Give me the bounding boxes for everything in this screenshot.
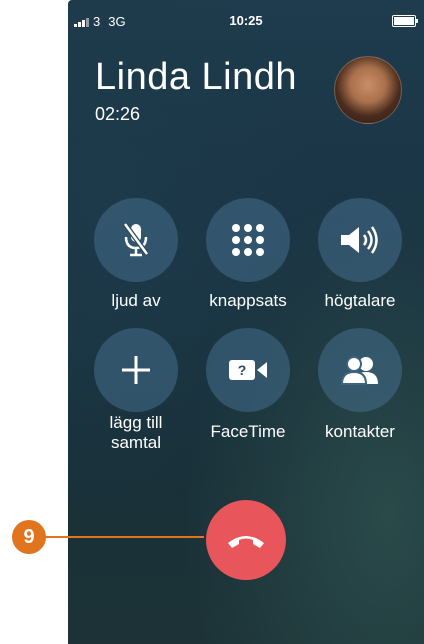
add-call-label-line1: lägg till (109, 413, 163, 432)
mic-off-icon (122, 222, 150, 257)
mute-label: ljud av (111, 291, 161, 310)
add-call-label-line2: samtal (110, 433, 162, 452)
status-bar: 3 3G 10:25 (68, 0, 424, 40)
facetime-icon: ? (229, 360, 267, 380)
end-call-button[interactable] (206, 500, 286, 580)
svg-text:?: ? (238, 362, 247, 378)
status-time: 10:25 (229, 13, 263, 28)
add-call-button[interactable] (94, 328, 178, 412)
callout-badge: 9 (12, 520, 46, 554)
contacts-button[interactable] (318, 328, 402, 412)
plus-icon (122, 356, 150, 384)
contacts-label: kontakter (325, 422, 395, 441)
facetime-label: FaceTime (210, 422, 286, 441)
contacts-icon (340, 356, 378, 385)
keypad-icon (232, 224, 264, 256)
caller-name: Linda Lindh (95, 56, 298, 98)
battery-fill (394, 17, 414, 25)
speaker-button[interactable] (318, 198, 402, 282)
end-call-icon (228, 536, 264, 548)
add-call-label: lägg till samtal (81, 413, 191, 453)
battery-icon (392, 15, 418, 27)
speaker-icon (341, 226, 378, 254)
caller-avatar (334, 56, 402, 124)
mute-button[interactable] (94, 198, 178, 282)
facetime-button[interactable]: ? (206, 328, 290, 412)
call-duration: 02:26 (95, 104, 141, 124)
callout-line (44, 536, 204, 538)
phone-screen: 3 3G 10:25 Linda Lindh 02:26 ljud av kna… (68, 0, 424, 644)
speaker-label: högtalare (324, 291, 396, 310)
keypad-button[interactable] (206, 198, 290, 282)
keypad-label: knappsats (209, 291, 287, 310)
